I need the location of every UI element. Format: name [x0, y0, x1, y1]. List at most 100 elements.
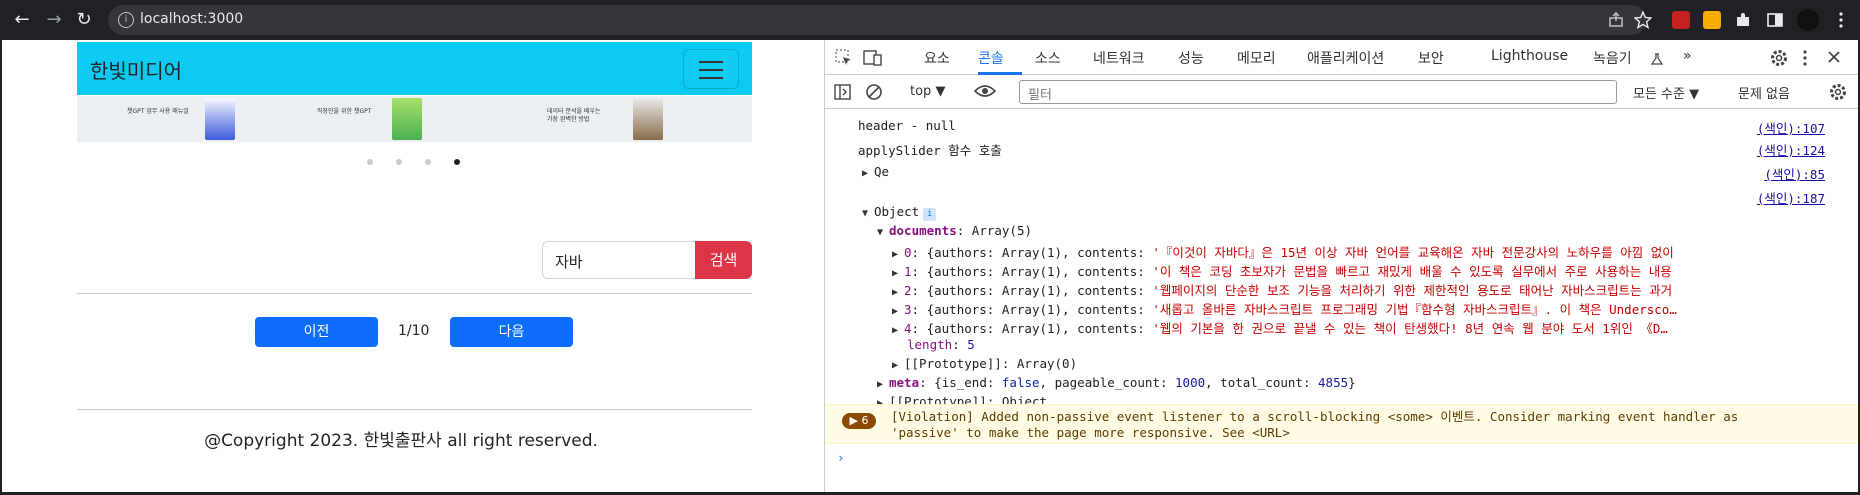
- meta-preview: , pageable_count:: [1039, 375, 1176, 390]
- meta-total-count: 4855: [1318, 375, 1349, 390]
- property-key: length: [907, 337, 953, 352]
- prototype-label: [[Prototype]]: Array(0): [904, 356, 1078, 371]
- image-slider[interactable]: 챗GPT 업무 사용 매뉴얼 직장인을 위한 챗GPT 데이터 분석을 배우는 가…: [77, 96, 752, 142]
- devtools-panel: 요소 콘솔 소스 네트워크 성능 메모리 애플리케이션 보안 Lighthous…: [825, 40, 1858, 492]
- slide-text-line: 가장 완벽한 방법: [547, 116, 590, 123]
- repeat-count-badge[interactable]: ▶ 6: [842, 413, 876, 429]
- tab-application[interactable]: 애플리케이션: [1307, 48, 1384, 68]
- hamburger-line: [699, 69, 723, 71]
- filter-input[interactable]: 필터: [1019, 80, 1617, 104]
- document-row[interactable]: ▶ 4: {authors: Array(1), contents: '웹의 기본…: [892, 318, 1668, 337]
- console-toolbar: top ▼ 필터 모든 수준 ▼ 문제 없음: [825, 75, 1858, 109]
- contents-string: '『이것이 자바다』은 15년 이상 자바 언어를 교육해온 자바 전문강사의 …: [1152, 245, 1674, 260]
- slide-banner-2: 직장인을 위한 챗GPT: [317, 96, 437, 142]
- tab-console[interactable]: 콘솔: [978, 48, 1004, 68]
- document-row[interactable]: ▶ 3: {authors: Array(1), contents: '새롭고 올…: [892, 299, 1677, 318]
- violation-text: [Violation] Added non-passive event list…: [891, 409, 1739, 440]
- chevron-down-icon: ▼: [1689, 87, 1700, 102]
- extension-yellow-icon[interactable]: [1703, 11, 1721, 29]
- expand-triangle-icon[interactable]: ▶: [892, 360, 904, 371]
- expand-triangle-icon[interactable]: ▶: [892, 325, 904, 336]
- source-link[interactable]: (색인):107: [1757, 118, 1825, 137]
- object-root[interactable]: ▼ Object i: [862, 204, 937, 221]
- kebab-menu-icon[interactable]: [1801, 49, 1809, 67]
- meta-property[interactable]: ▶ meta: {is_end: false, pageable_count: 1…: [877, 375, 1356, 390]
- expand-triangle-icon[interactable]: ▶: [892, 306, 904, 317]
- context-selector[interactable]: top ▼: [910, 84, 945, 99]
- sidebar-toggle-icon[interactable]: [834, 84, 852, 100]
- book-cover-image: [633, 98, 663, 140]
- contents-string: '웹의 기본을 한 권으로 끝낼 수 있는 책이 탄생했다! 8년 연속 웹 분…: [1152, 321, 1668, 336]
- search-input[interactable]: 자바: [542, 241, 697, 279]
- expand-triangle-icon[interactable]: ▶: [892, 249, 904, 260]
- object-label: Object: [874, 204, 920, 219]
- tab-network[interactable]: 네트워크: [1093, 48, 1145, 68]
- eye-icon[interactable]: [974, 84, 996, 98]
- expand-triangle-icon[interactable]: ▶: [892, 268, 904, 279]
- browser-toolbar: ← → ↻ i localhost:3000: [0, 0, 1860, 40]
- context-label: top: [910, 84, 932, 99]
- slider-dot[interactable]: [425, 159, 431, 165]
- console-prompt-icon[interactable]: ›: [837, 450, 845, 465]
- expand-triangle-icon[interactable]: ▶: [892, 287, 904, 298]
- address-bar[interactable]: i localhost:3000: [108, 5, 1646, 35]
- document-row[interactable]: ▶ 0: {authors: Array(1), contents: '『이것이 …: [892, 242, 1674, 261]
- prev-button[interactable]: 이전: [255, 317, 378, 347]
- search-button[interactable]: 검색: [695, 241, 752, 279]
- device-toolbar-icon[interactable]: [863, 49, 883, 67]
- expand-triangle-icon[interactable]: ▶: [877, 379, 889, 390]
- source-link[interactable]: (색인):85: [1764, 164, 1825, 183]
- issues-indicator[interactable]: 문제 없음: [1738, 83, 1790, 102]
- navbar-toggler-button[interactable]: [683, 49, 739, 89]
- close-icon[interactable]: [1827, 50, 1841, 64]
- avatar[interactable]: [1797, 9, 1819, 31]
- expand-triangle-icon[interactable]: ▶: [862, 168, 874, 179]
- slide-text: 데이터 분석을 배우는 가장 완벽한 방법: [547, 108, 601, 124]
- tab-recorder[interactable]: 녹음기: [1593, 48, 1632, 68]
- info-icon[interactable]: i: [118, 12, 134, 28]
- book-cover-image: [392, 98, 422, 140]
- extension-red-icon[interactable]: [1672, 11, 1690, 29]
- back-icon[interactable]: ←: [10, 8, 34, 32]
- next-button[interactable]: 다음: [450, 317, 573, 347]
- reload-icon[interactable]: ↻: [72, 8, 96, 32]
- collapse-triangle-icon[interactable]: ▼: [862, 208, 874, 219]
- tab-memory[interactable]: 메모리: [1237, 48, 1276, 68]
- object-preview: {authors: Array(1), contents:: [926, 302, 1153, 317]
- slider-dot[interactable]: [396, 159, 402, 165]
- documents-property[interactable]: ▼ documents: Array(5): [877, 223, 1032, 238]
- tab-sources[interactable]: 소스: [1035, 48, 1061, 68]
- forward-icon[interactable]: →: [42, 8, 66, 32]
- more-tabs-icon[interactable]: »: [1683, 48, 1692, 64]
- share-icon[interactable]: [1608, 12, 1624, 28]
- tab-lighthouse[interactable]: Lighthouse: [1491, 48, 1568, 64]
- star-icon[interactable]: [1634, 11, 1652, 29]
- slider-dot[interactable]: [367, 159, 373, 165]
- clear-console-icon[interactable]: [865, 83, 883, 101]
- document-row[interactable]: ▶ 1: {authors: Array(1), contents: '이 책은 …: [892, 261, 1672, 280]
- array-index: 1: [904, 264, 912, 279]
- settings-gear-icon[interactable]: [1770, 49, 1788, 67]
- tab-elements[interactable]: 요소: [924, 48, 950, 68]
- collapse-triangle-icon[interactable]: ▼: [877, 227, 889, 238]
- slider-dot-active[interactable]: [454, 159, 460, 165]
- object-preview: {authors: Array(1), contents:: [926, 321, 1153, 336]
- document-row[interactable]: ▶ 2: {authors: Array(1), contents: '웹페이지의…: [892, 280, 1672, 299]
- prototype-row[interactable]: ▶ [[Prototype]]: Array(0): [892, 356, 1077, 371]
- log-levels-dropdown[interactable]: 모든 수준 ▼: [1633, 83, 1699, 102]
- sidepanel-icon[interactable]: [1766, 11, 1784, 29]
- console-settings-icon[interactable]: [1829, 83, 1847, 101]
- kebab-menu-icon[interactable]: [1832, 11, 1850, 29]
- brand[interactable]: 한빛미디어: [90, 55, 182, 84]
- tab-security[interactable]: 보안: [1418, 48, 1444, 68]
- array-index: 2: [904, 283, 912, 298]
- puzzle-icon[interactable]: [1734, 11, 1752, 29]
- info-badge-icon[interactable]: i: [923, 208, 937, 221]
- source-link[interactable]: (색인):124: [1757, 140, 1825, 159]
- inspect-element-icon[interactable]: [835, 49, 853, 67]
- object-preview: {authors: Array(1), contents:: [926, 245, 1153, 260]
- source-link[interactable]: (색인):187: [1757, 188, 1825, 207]
- meta-preview: , total_count:: [1205, 375, 1319, 390]
- tab-performance[interactable]: 성능: [1178, 48, 1204, 68]
- console-log-line[interactable]: ▶ Qe: [862, 164, 889, 179]
